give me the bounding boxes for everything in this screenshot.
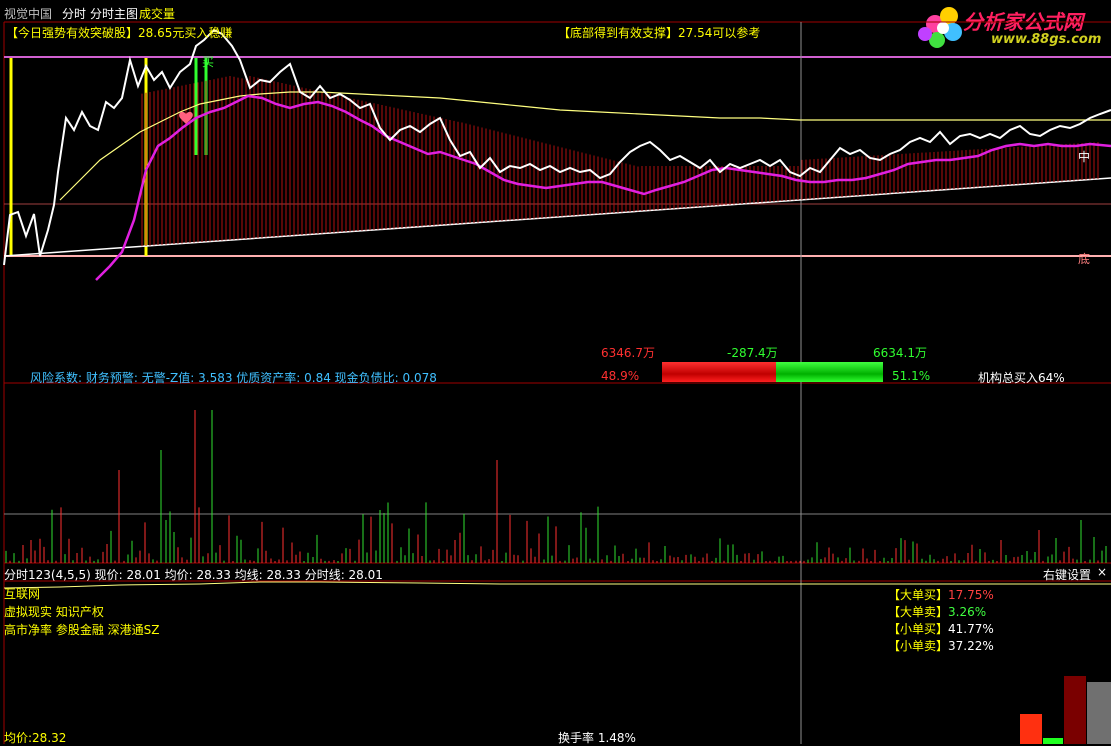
flow-left-pct: 48.9% xyxy=(601,369,640,383)
concept-line-3: 高市净率 参股金融 深港通SZ xyxy=(4,623,160,637)
concept-line-2: 虚拟现实 知识产权 xyxy=(4,605,104,619)
flow-green-bar xyxy=(776,362,883,382)
flow-mid-value: -287.4万 xyxy=(727,346,778,360)
label-bottom: 底 xyxy=(1078,252,1091,266)
signal-left-text: 【今日强势有效突破股】28.65元买入稳赚 xyxy=(6,26,233,40)
avg-price-label: 均价:28.32 xyxy=(4,731,67,745)
risk-text: 风险系数: 财务预警: 无警-Z值: 3.583 优质资产率: 0.84 现金负… xyxy=(30,371,437,385)
close-icon[interactable]: × xyxy=(1097,565,1107,579)
order-big-sell: 【大单卖】3.26% xyxy=(888,605,987,619)
order-small-buy: 【小单买】41.77% xyxy=(888,622,994,636)
settings-button[interactable]: 右键设置 xyxy=(1043,566,1091,583)
flow-right-value: 6634.1万 xyxy=(873,346,927,360)
big-sell-bar xyxy=(1043,738,1063,744)
turnover-label: 换手率 1.48% xyxy=(558,731,636,745)
buy-tag: 买 xyxy=(202,55,215,69)
label-mid: 中 xyxy=(1078,150,1091,164)
flow-left-value: 6346.7万 xyxy=(601,346,655,360)
order-small-sell: 【小单卖】37.22% xyxy=(888,639,994,653)
institution-text: 机构总买入64% xyxy=(978,371,1065,385)
flow-right-pct: 51.1% xyxy=(892,369,931,383)
order-big-buy: 【大单买】17.75% xyxy=(888,588,994,602)
flow-red-bar xyxy=(662,362,776,382)
big-buy-bar xyxy=(1020,714,1042,744)
small-buy-bar xyxy=(1064,676,1086,744)
small-sell-bar xyxy=(1087,682,1111,744)
indicator-text: 分时123(4,5,5) 现价: 28.01 均价: 28.33 均线: 28.… xyxy=(4,568,383,582)
volume-bars xyxy=(5,410,1107,563)
concept-line-1: 互联网 xyxy=(4,587,41,601)
signal-right-text: 【底部得到有效支撑】27.54可以参考 xyxy=(558,26,761,40)
